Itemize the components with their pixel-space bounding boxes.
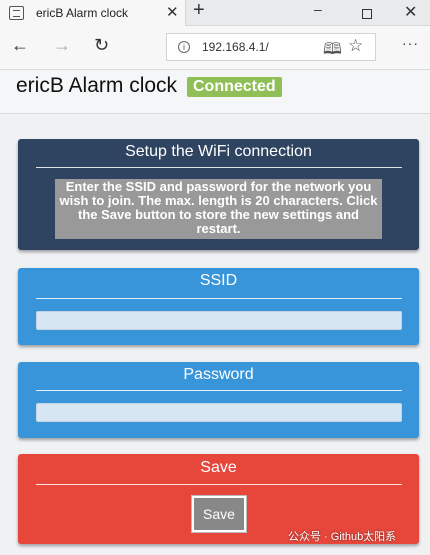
ssid-label: SSID [199, 272, 238, 289]
connection-status-badge: Connected [187, 77, 282, 97]
tab-active[interactable]: ericB Alarm clock ✕ [0, 0, 186, 26]
save-button[interactable]: Save [192, 496, 246, 532]
reading-view-icon[interactable]: 🕮 [323, 38, 342, 65]
ssid-panel: SSID [18, 268, 419, 345]
wifi-instructions: Enter the SSID and password for the netw… [55, 179, 382, 239]
minimize-icon[interactable]: – [314, 1, 322, 17]
maximize-icon[interactable] [362, 9, 372, 19]
password-label: Password [183, 366, 254, 383]
tab-title: ericB Alarm clock [36, 6, 129, 20]
password-input[interactable] [36, 403, 402, 422]
more-menu-icon[interactable]: ··· [402, 35, 419, 51]
forward-arrow-icon[interactable]: → [53, 35, 71, 56]
wifi-panel-title: Setup the WiFi connection [125, 143, 312, 160]
divider [36, 484, 402, 485]
favorite-star-icon[interactable]: ☆ [348, 36, 363, 56]
info-icon[interactable]: i [178, 41, 190, 53]
refresh-icon[interactable]: ↻ [94, 35, 109, 56]
back-arrow-icon[interactable]: ← [11, 35, 29, 56]
ssid-input[interactable] [36, 311, 402, 330]
close-tab-icon[interactable]: ✕ [166, 3, 179, 21]
password-panel: Password [18, 362, 419, 438]
tab-bar: ericB Alarm clock ✕ + – ✕ [0, 0, 430, 26]
url-text[interactable]: 192.168.4.1/ [202, 40, 269, 54]
divider [36, 167, 402, 168]
wifi-setup-panel: Setup the WiFi connection Enter the SSID… [18, 139, 419, 250]
divider [36, 390, 402, 391]
navigation-bar: ← → ↻ i 192.168.4.1/ 🕮 ☆ ··· [0, 26, 430, 70]
close-window-icon[interactable]: ✕ [404, 2, 417, 22]
page-icon [9, 6, 24, 20]
watermark-text: 公众号 · Github太阳系 [288, 531, 397, 543]
page-header: ericB Alarm clock Connected [0, 70, 430, 114]
new-tab-icon[interactable]: + [193, 0, 205, 22]
address-bar[interactable]: i 192.168.4.1/ 🕮 ☆ [166, 33, 376, 61]
browser-window: ericB Alarm clock ✕ + – ✕ ← → ↻ i 192.16… [0, 0, 430, 555]
save-panel-title: Save [200, 459, 237, 476]
divider [36, 298, 402, 299]
page-title: ericB Alarm clock [16, 74, 178, 97]
